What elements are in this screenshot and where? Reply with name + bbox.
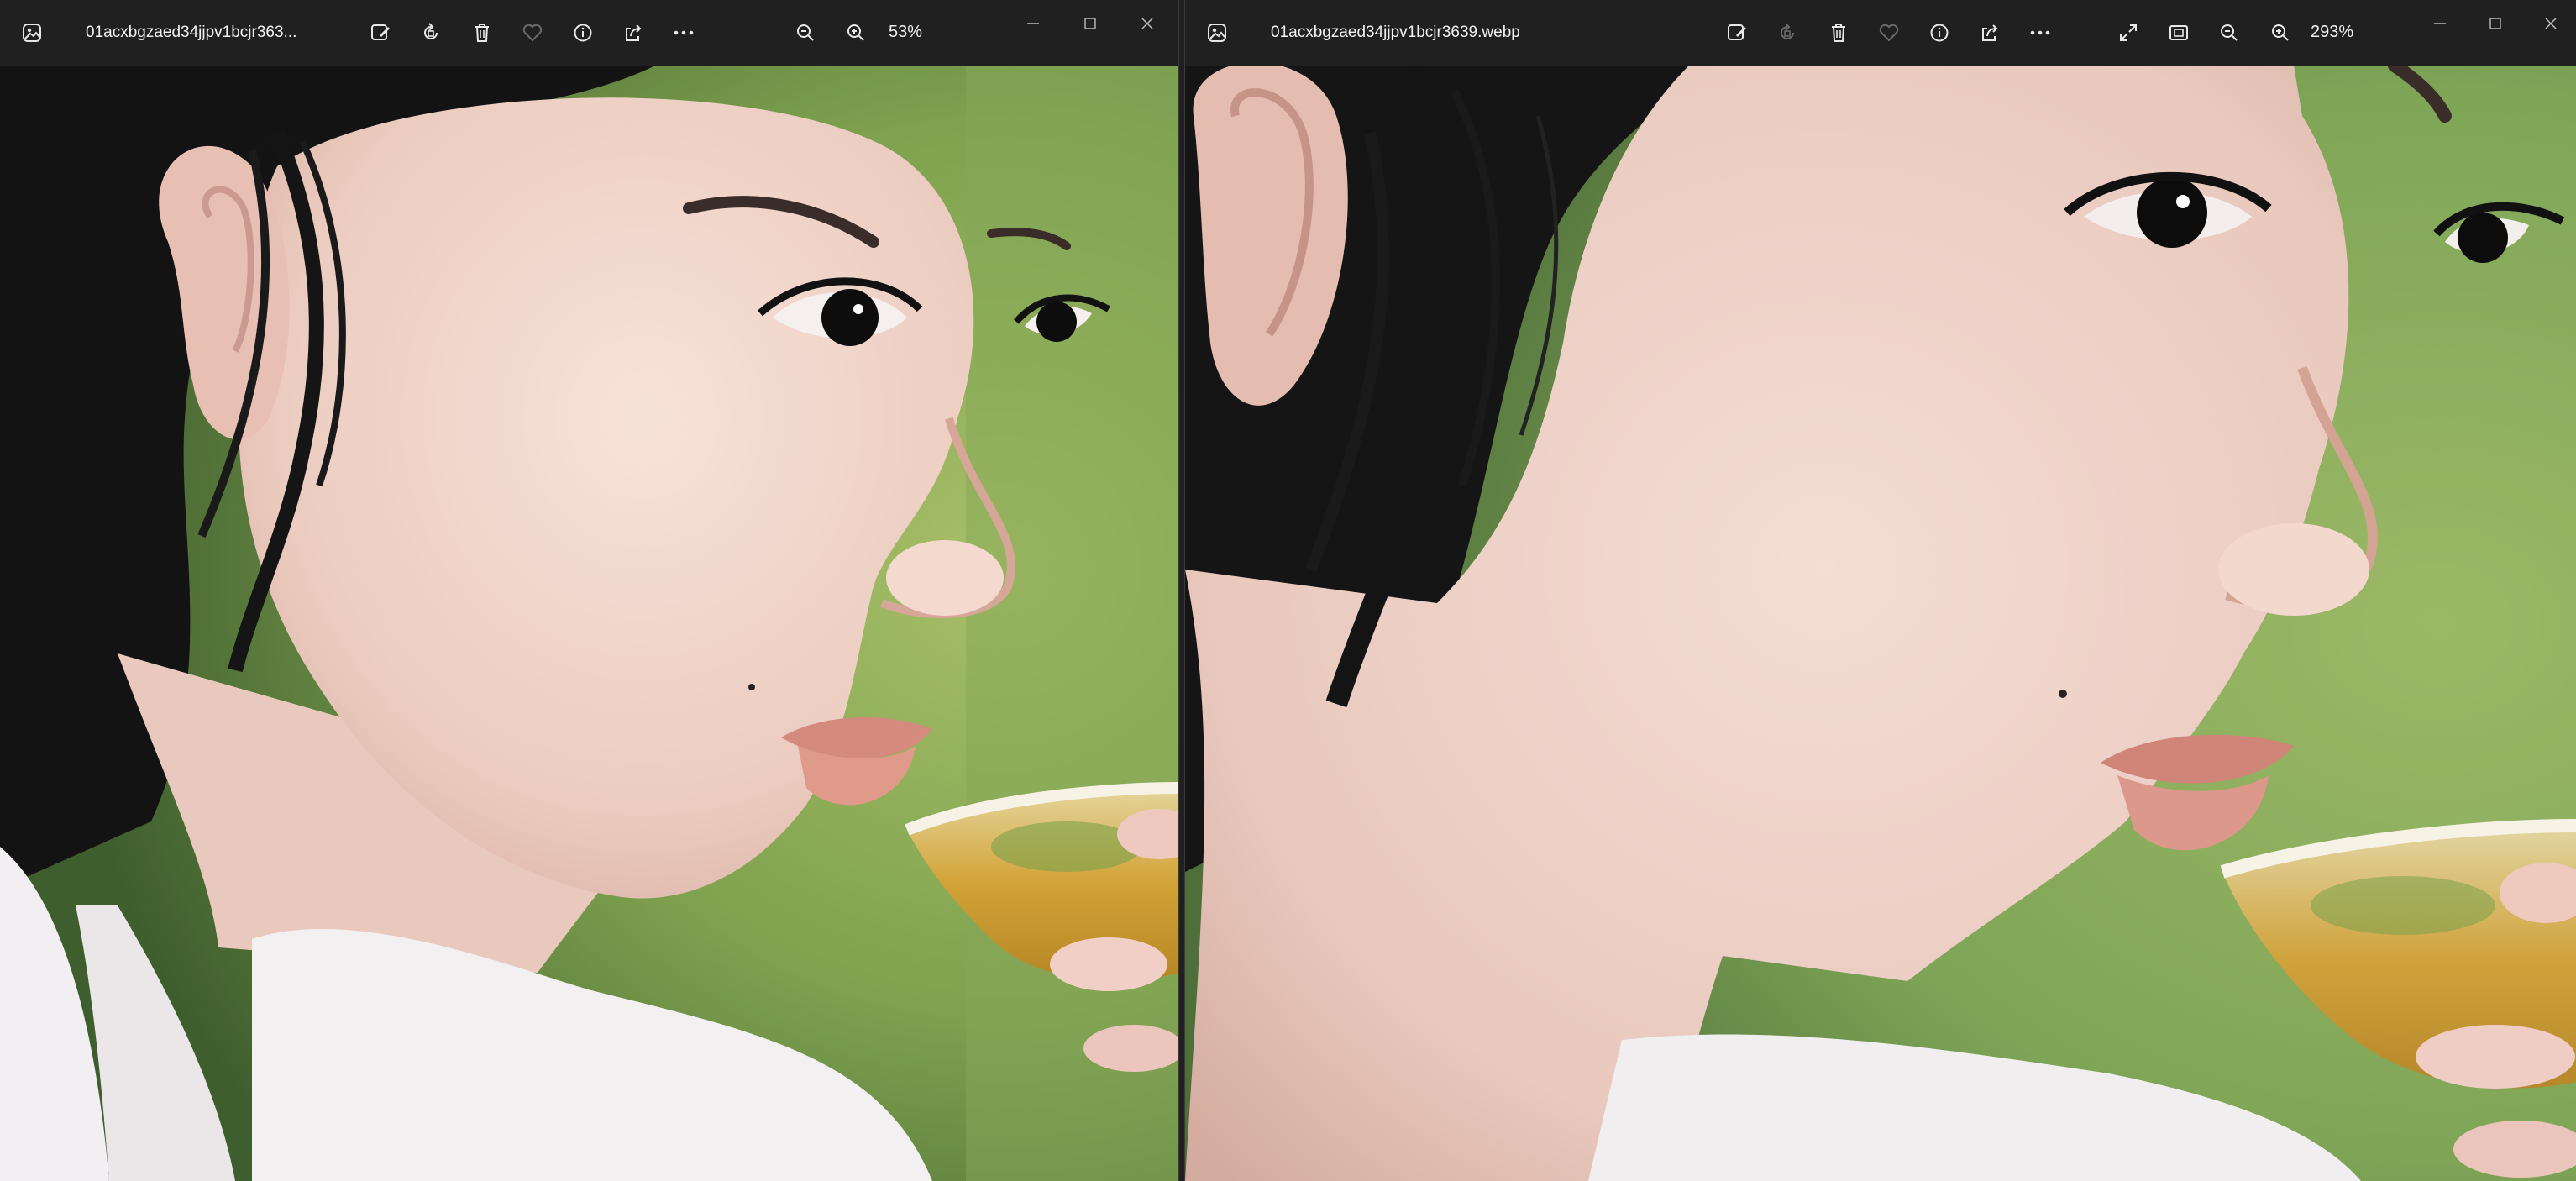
title-bar[interactable]: 01acxbgzaed34jjpv1bcjr3639.webp 293% (1185, 0, 2576, 66)
photos-window-right: 01acxbgzaed34jjpv1bcjr3639.webp 293% (1184, 0, 2576, 1181)
file-name: 01acxbgzaed34jjpv1bcjr3639.webp (1271, 24, 1520, 41)
photo-view[interactable] (0, 66, 1178, 1181)
edit-image-icon[interactable] (361, 13, 400, 52)
minimize-icon[interactable] (2423, 10, 2457, 37)
actual-size-icon[interactable] (2159, 13, 2198, 52)
photo-image (0, 66, 1178, 1181)
photo-image (1185, 66, 2576, 1181)
file-name: 01acxbgzaed34jjpv1bcjr363... (86, 24, 297, 41)
more-icon[interactable] (664, 13, 703, 52)
zoom-out-icon[interactable] (786, 13, 825, 52)
favorite-icon[interactable] (513, 13, 552, 52)
edit-image-icon[interactable] (1718, 13, 1756, 52)
close-icon[interactable] (1131, 10, 1164, 37)
delete-icon[interactable] (463, 13, 501, 52)
photos-window-left: 01acxbgzaed34jjpv1bcjr363... 53% (0, 0, 1179, 1181)
zoom-in-icon[interactable] (2261, 13, 2300, 52)
info-icon[interactable] (1920, 13, 1959, 52)
minimize-icon[interactable] (1016, 10, 1050, 37)
maximize-icon[interactable] (1073, 10, 1107, 37)
photos-app-icon (13, 14, 50, 51)
zoom-out-icon[interactable] (2210, 13, 2248, 52)
rotate-icon[interactable] (412, 13, 450, 52)
photos-app-icon (1199, 14, 1236, 51)
rotate-icon[interactable] (1768, 13, 1807, 52)
maximize-icon[interactable] (2479, 10, 2512, 37)
zoom-in-icon[interactable] (837, 13, 875, 52)
more-icon[interactable] (2021, 13, 2059, 52)
fit-to-window-icon[interactable] (2109, 13, 2148, 52)
delete-icon[interactable] (1819, 13, 1858, 52)
share-icon[interactable] (1970, 13, 2009, 52)
zoom-level[interactable]: 53% (889, 23, 922, 42)
zoom-level[interactable]: 293% (2311, 23, 2353, 42)
favorite-icon[interactable] (1870, 13, 1908, 52)
info-icon[interactable] (564, 13, 602, 52)
share-icon[interactable] (614, 13, 653, 52)
photo-view[interactable] (1185, 66, 2576, 1181)
close-icon[interactable] (2534, 10, 2568, 37)
title-bar[interactable]: 01acxbgzaed34jjpv1bcjr363... 53% (0, 0, 1178, 66)
